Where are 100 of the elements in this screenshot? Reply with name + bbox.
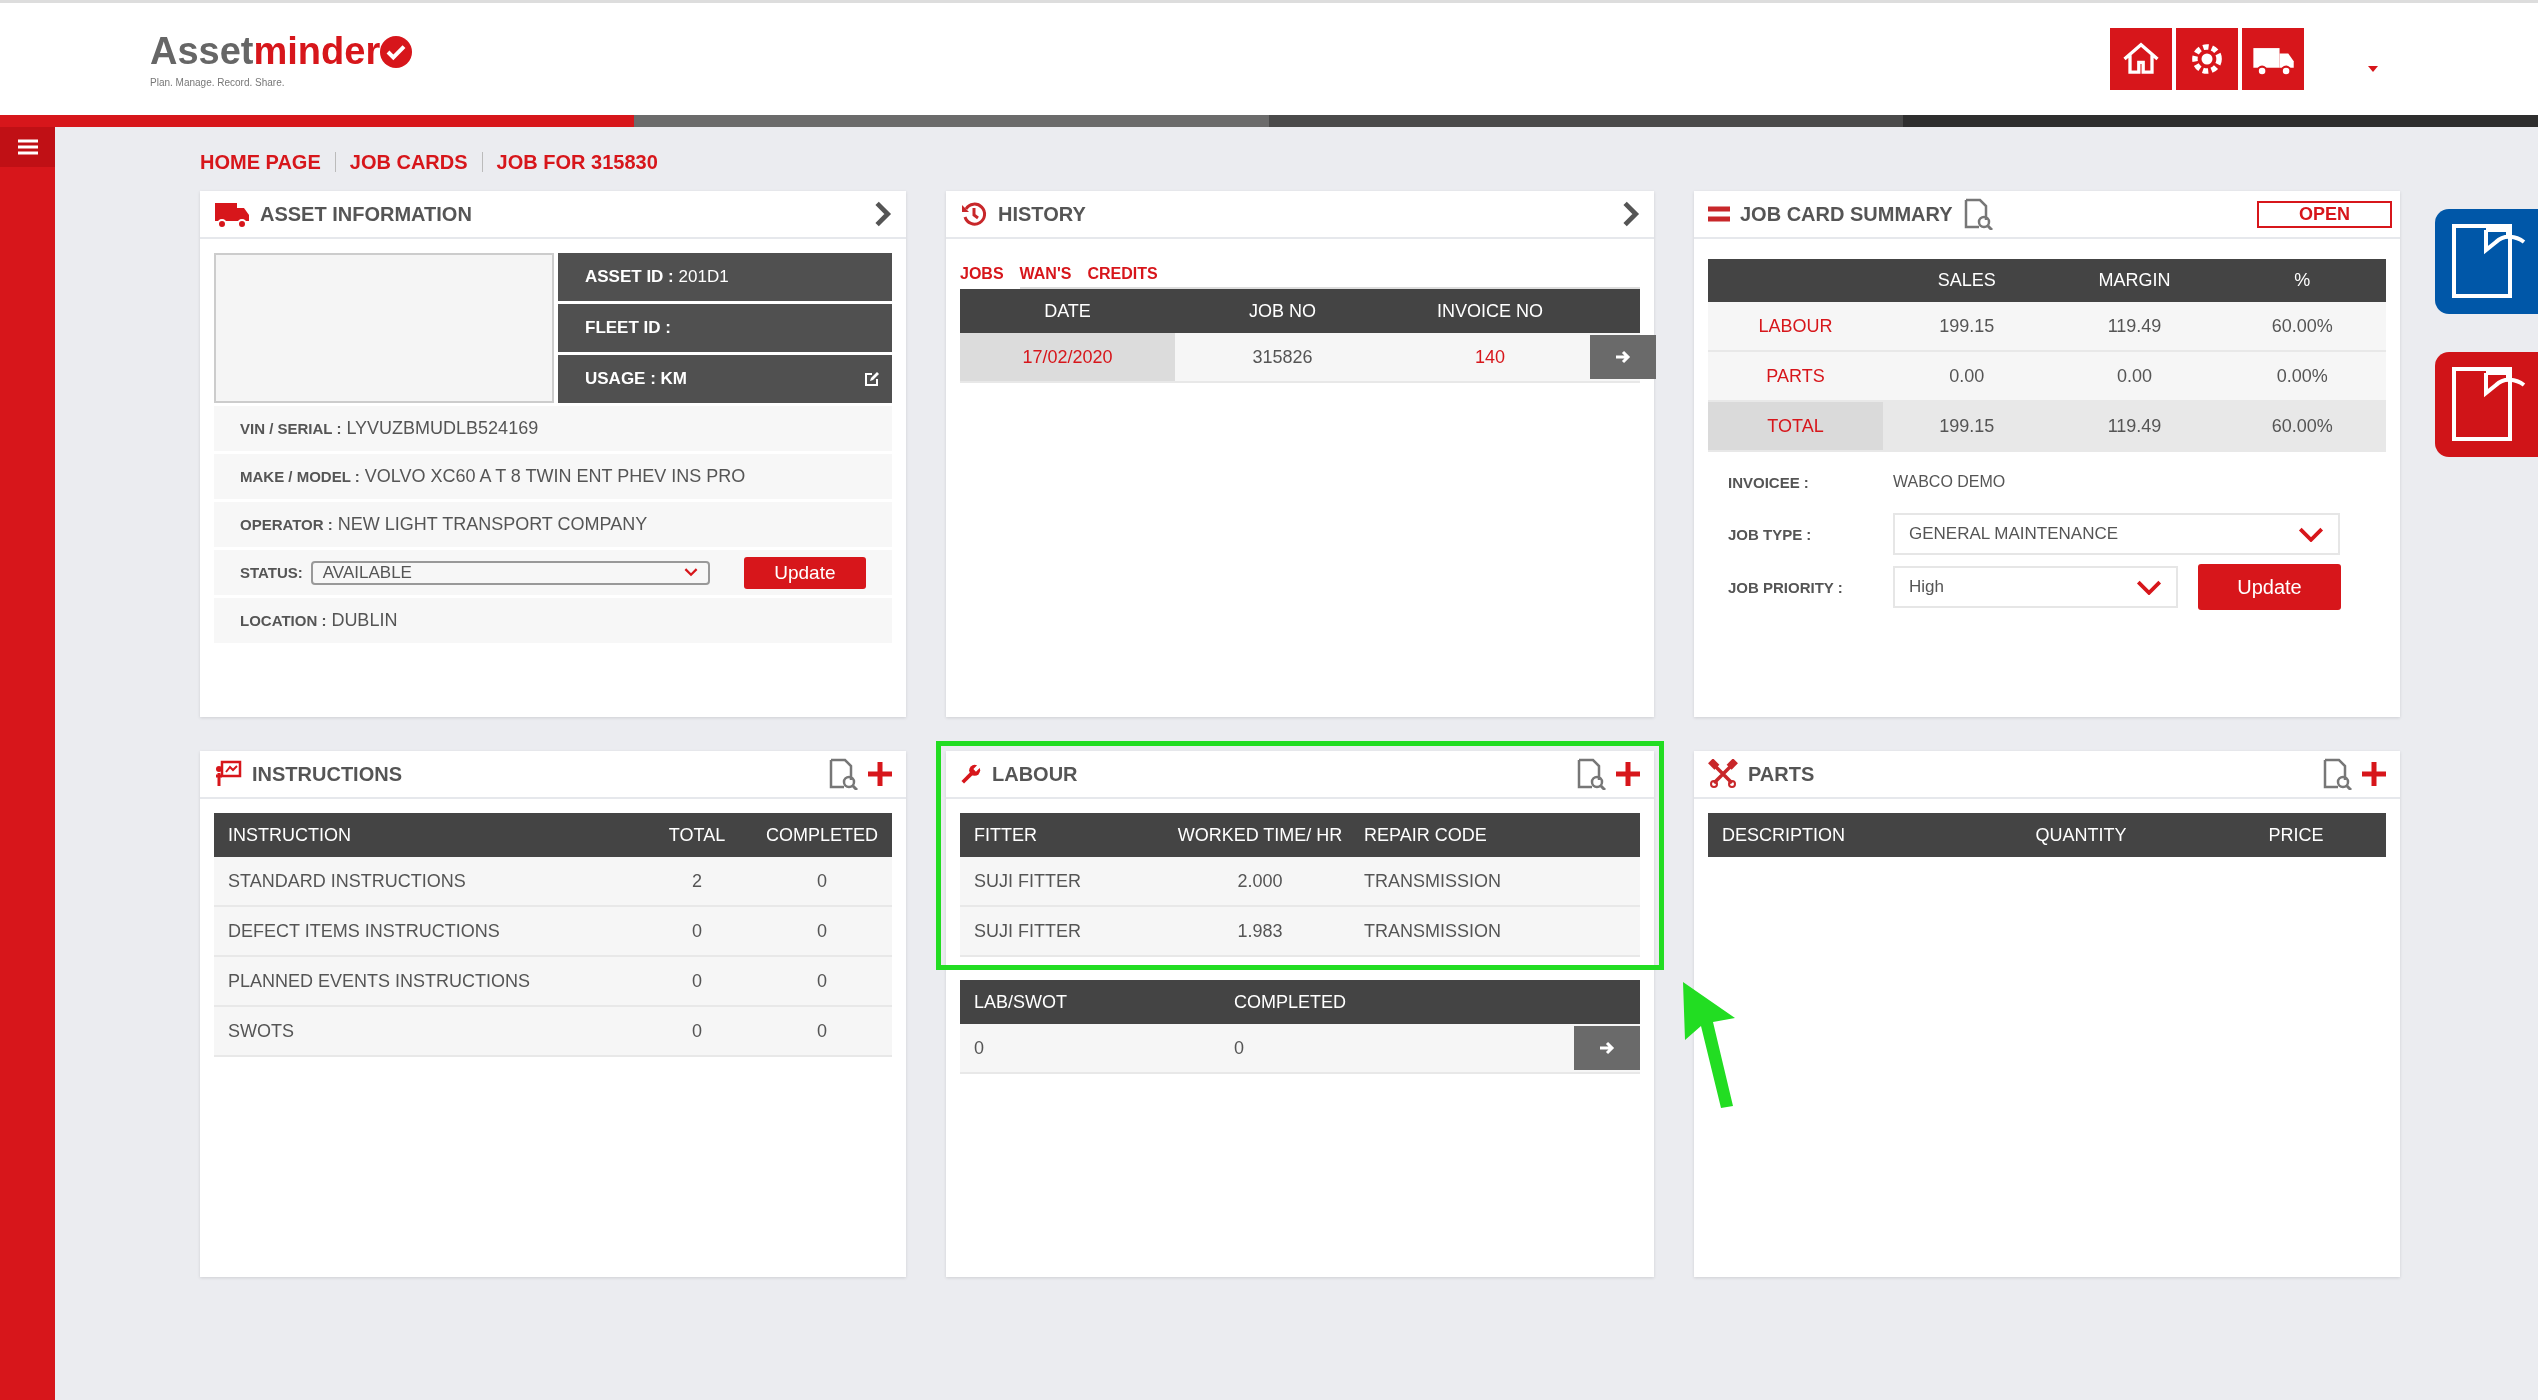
invoicee-value: WABCO DEMO: [1893, 473, 2006, 491]
home-icon[interactable]: [2110, 28, 2172, 90]
caret-icon: [2298, 526, 2324, 542]
row-label: LABOUR: [1757, 315, 1834, 337]
row-label: PARTS: [1765, 365, 1826, 387]
panel-title: ASSET INFORMATION: [260, 202, 472, 226]
column-header: TOTAL: [667, 824, 727, 846]
panel-title: LABOUR: [992, 762, 1078, 786]
column-header: WORKED TIME/ HR: [1176, 824, 1344, 846]
document-search-icon[interactable]: [1962, 198, 1993, 230]
edit-icon[interactable]: [864, 371, 880, 387]
column-header: INVOICE NO: [1436, 300, 1544, 322]
field-label: FLEET ID :: [585, 318, 671, 338]
table-cell-text: DEFECT ITEMS INSTRUCTIONS: [227, 920, 501, 942]
table-cell-text: 0.00: [1948, 365, 1986, 387]
table-cell-text: 0: [691, 920, 703, 942]
breadcrumb-link[interactable]: JOB FOR 315830: [496, 150, 658, 174]
panel-title: INSTRUCTIONS: [252, 762, 402, 786]
update-button[interactable]: Update: [743, 556, 866, 589]
caret-icon: [683, 568, 698, 577]
table-cell-text: 119.49: [2106, 415, 2163, 437]
status-label: STATUS:: [240, 564, 303, 581]
caret-icon: [2136, 579, 2162, 595]
pistons-icon: [1708, 759, 1738, 789]
status-badge: OPEN: [2257, 200, 2392, 228]
column-header: QUANTITY: [2034, 824, 2128, 846]
table-cell-text: 0.00: [2115, 365, 2153, 387]
field-label: INVOICEE :: [1728, 473, 1810, 491]
logo[interactable]: Assetminder Plan. Manage. Record. Share.: [150, 28, 413, 90]
column-header: PRICE: [2267, 824, 2325, 846]
document-search-icon[interactable]: [828, 758, 858, 790]
presentation-icon: [214, 760, 242, 788]
table-cell-text: 199.15: [1938, 415, 1996, 437]
invoice-number-cell-text: 140: [1473, 346, 1506, 368]
panel-title: HISTORY: [998, 202, 1086, 226]
table-cell-text: 0: [691, 970, 703, 992]
table-cell-text: 2: [691, 870, 703, 892]
table-cell-text: 0: [1233, 1037, 1245, 1059]
table-cell-text: SUJI FITTER: [973, 920, 1082, 942]
menu-icon[interactable]: [0, 127, 55, 167]
chevron-right-icon[interactable]: [1622, 201, 1640, 227]
table-cell-text: 0: [816, 1020, 828, 1042]
table-cell-text: 0: [816, 970, 828, 992]
table-cell-text: SUJI FITTER: [973, 870, 1082, 892]
row-label: TOTAL: [1708, 402, 1883, 450]
table-cell-text: 2.000: [1236, 870, 1284, 892]
export-button[interactable]: [2435, 209, 2538, 314]
export-button[interactable]: [2435, 352, 2538, 457]
field-label: ASSET ID : 201D1: [585, 267, 729, 287]
table-cell-text: 0: [816, 870, 828, 892]
column-header: REPAIR CODE: [1363, 824, 1488, 846]
status-select[interactable]: AVAILABLE: [310, 560, 710, 585]
add-icon[interactable]: [868, 762, 892, 786]
table-cell-text: TRANSMISSION: [1363, 870, 1502, 892]
truck-icon[interactable]: [2242, 28, 2304, 90]
table-cell-text: PLANNED EVENTS INSTRUCTIONS: [227, 970, 532, 992]
job-type-select[interactable]: GENERAL MAINTENANCE: [1893, 513, 2340, 555]
add-icon[interactable]: [2362, 762, 2386, 786]
breadcrumb-link[interactable]: HOME PAGE: [200, 150, 321, 174]
add-icon[interactable]: [1616, 762, 1640, 786]
column-header: LAB/SWOT: [973, 991, 1068, 1013]
field-label: JOB TYPE :: [1728, 525, 1813, 543]
breadcrumb-link[interactable]: JOB CARDS: [349, 150, 468, 174]
column-header: COMPLETED: [1233, 991, 1348, 1013]
column-header: MARGIN: [2097, 270, 2172, 291]
job-priority-select[interactable]: High: [1893, 566, 2178, 608]
update-button[interactable]: Update: [2198, 564, 2341, 610]
column-header: DATE: [1043, 300, 1092, 322]
table-cell-text: 1.983: [1236, 920, 1284, 942]
detail-text: VIN / SERIAL : LYVUZBMUDLB524169: [240, 418, 539, 439]
table-cell-text: 0: [973, 1037, 985, 1059]
detail-text: OPERATOR : NEW LIGHT TRANSPORT COMPANY: [240, 514, 648, 535]
history-icon: [960, 200, 988, 228]
table-cell-text: 199.15: [1938, 315, 1996, 337]
column-header: %: [2293, 270, 2312, 291]
column-header: JOB NO: [1248, 300, 1317, 322]
arrow-right-button[interactable]: [1574, 1026, 1640, 1070]
table-cell-text: 60.00%: [2270, 415, 2334, 437]
wrench-icon: [960, 763, 982, 785]
table-cell-text: 119.49: [2106, 315, 2163, 337]
detail-text: MAKE / MODEL : VOLVO XC60 A T 8 TWIN ENT PHEV INS PRO: [240, 466, 746, 487]
column-header: FITTER: [973, 824, 1038, 846]
document-search-icon[interactable]: [2322, 758, 2352, 790]
field-label: USAGE : KM: [585, 369, 687, 389]
document-search-icon[interactable]: [1576, 758, 1606, 790]
table-cell-text: SWOTS: [227, 1020, 295, 1042]
arrow-right-icon: [1599, 1041, 1615, 1055]
caret-icon[interactable]: [2368, 66, 2378, 72]
settings-icon[interactable]: [2176, 28, 2238, 90]
arrow-right-icon: [1615, 350, 1631, 364]
arrow-right-button[interactable]: [1590, 335, 1656, 379]
chevron-right-icon[interactable]: [874, 201, 892, 227]
table-cell-text: 0: [816, 920, 828, 942]
table-cell-text: TRANSMISSION: [1363, 920, 1502, 942]
table-cell-text: STANDARD INSTRUCTIONS: [227, 870, 467, 892]
table-cell-text: 0: [691, 1020, 703, 1042]
field-label: JOB PRIORITY :: [1728, 578, 1844, 596]
detail-text: LOCATION : DUBLIN: [240, 610, 398, 631]
column-header: DESCRIPTION: [1721, 824, 1846, 846]
column-header: SALES: [1936, 270, 1997, 291]
